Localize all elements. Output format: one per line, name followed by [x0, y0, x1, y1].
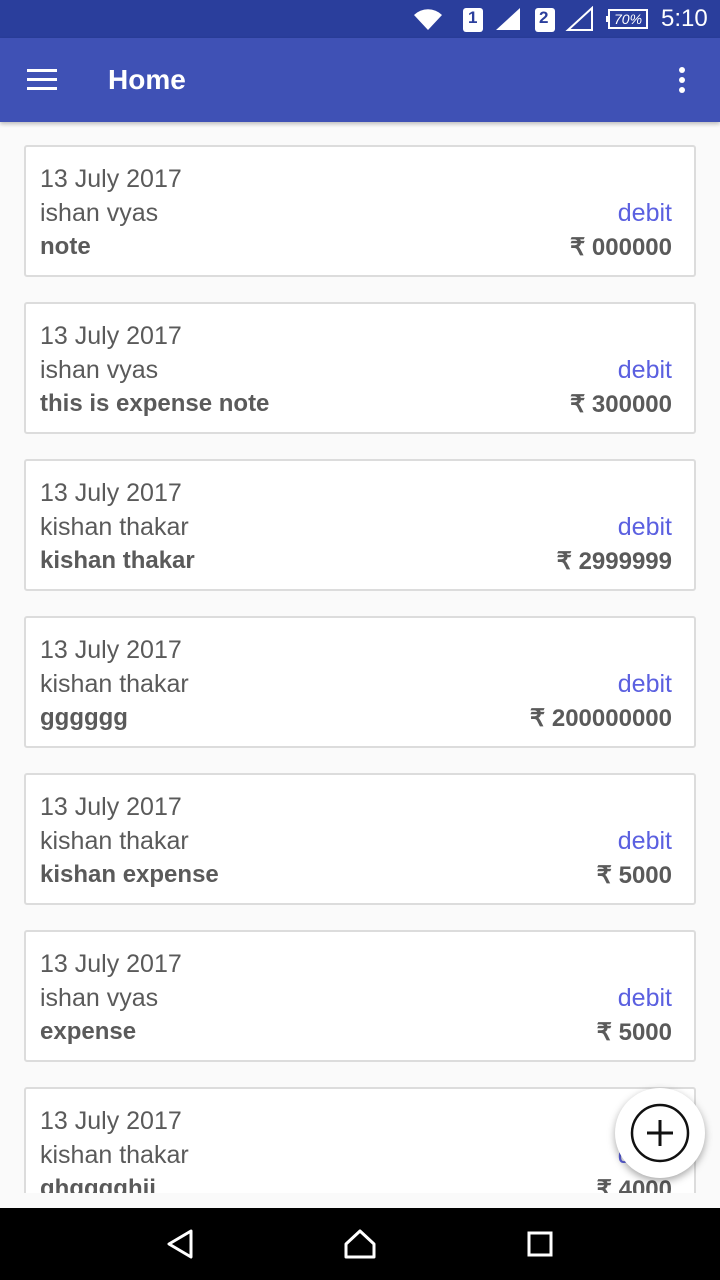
transaction-card[interactable]: 13 July 2017 kishan thakar kishan thakar… [24, 459, 696, 591]
transaction-list[interactable]: 13 July 2017 ishan vyas note debit ₹ 000… [0, 122, 720, 1193]
transaction-name: kishan thakar [40, 1141, 189, 1169]
recents-icon[interactable] [518, 1222, 562, 1266]
app-bar: Home [0, 38, 720, 122]
transaction-type: debit [617, 199, 672, 227]
status-bar: 1 2 70% 5:10 [0, 0, 720, 38]
transaction-note: note [40, 233, 91, 260]
transaction-type: debit [617, 827, 672, 855]
transaction-name: ishan vyas [40, 199, 159, 227]
transaction-card[interactable]: 13 July 2017 ishan vyas note debit ₹ 000… [24, 145, 696, 277]
transaction-name: kishan thakar [40, 827, 189, 855]
transaction-amount: ₹ 200000000 [529, 705, 672, 732]
transaction-note: kishan thakar [40, 547, 195, 574]
transaction-name: kishan thakar [40, 670, 189, 698]
transaction-amount: ₹ 2999999 [556, 548, 672, 575]
transaction-card[interactable]: 13 July 2017 kishan thakar gggggg debit … [24, 616, 696, 748]
sim1-signal-icon: 1 [462, 0, 524, 38]
home-icon[interactable] [338, 1222, 382, 1266]
transaction-name: kishan thakar [40, 513, 189, 541]
battery-level: 70% [614, 11, 643, 27]
transaction-note: kishan expense [40, 861, 219, 888]
hamburger-menu-icon[interactable] [22, 60, 62, 100]
more-vert-icon[interactable] [662, 60, 702, 100]
transaction-date: 13 July 2017 [40, 165, 182, 193]
transaction-type: debit [617, 984, 672, 1012]
transaction-date: 13 July 2017 [40, 322, 182, 350]
clock: 5:10 [661, 5, 708, 32]
transaction-card[interactable]: 13 July 2017 kishan thakar kishan expens… [24, 773, 696, 905]
transaction-date: 13 July 2017 [40, 793, 182, 821]
transaction-date: 13 July 2017 [40, 636, 182, 664]
transaction-card[interactable]: 13 July 2017 ishan vyas this is expense … [24, 302, 696, 434]
transaction-date: 13 July 2017 [40, 950, 182, 978]
transaction-card[interactable]: 13 July 2017 kishan thakar ghgggghjj deb… [24, 1087, 696, 1193]
transaction-note: ghgggghjj [40, 1175, 156, 1193]
transaction-note: expense [40, 1018, 137, 1045]
add-circle-icon [630, 1103, 690, 1163]
transaction-date: 13 July 2017 [40, 1107, 182, 1135]
transaction-amount: ₹ 5000 [596, 862, 672, 889]
wifi-icon [412, 0, 444, 38]
transaction-name: ishan vyas [40, 984, 159, 1012]
system-nav-bar [0, 1208, 720, 1280]
transaction-type: debit [617, 513, 672, 541]
transaction-card[interactable]: 13 July 2017 ishan vyas expense debit ₹ … [24, 930, 696, 1062]
transaction-type: debit [617, 356, 672, 384]
transaction-amount: ₹ 000000 [569, 234, 672, 261]
transaction-note: gggggg [40, 704, 128, 731]
transaction-name: ishan vyas [40, 356, 159, 384]
transaction-note: this is expense note [40, 390, 270, 417]
transaction-type: debit [617, 670, 672, 698]
add-transaction-button[interactable] [615, 1088, 705, 1178]
battery-icon: 70% [606, 0, 650, 38]
sim2-signal-icon: 2 [534, 0, 596, 38]
back-icon[interactable] [158, 1222, 202, 1266]
page-title: Home [108, 64, 186, 95]
transaction-amount: ₹ 300000 [569, 391, 672, 418]
sim2-label: 2 [539, 8, 549, 27]
transaction-amount: ₹ 5000 [596, 1019, 672, 1046]
sim1-label: 1 [468, 8, 478, 27]
transaction-date: 13 July 2017 [40, 479, 182, 507]
